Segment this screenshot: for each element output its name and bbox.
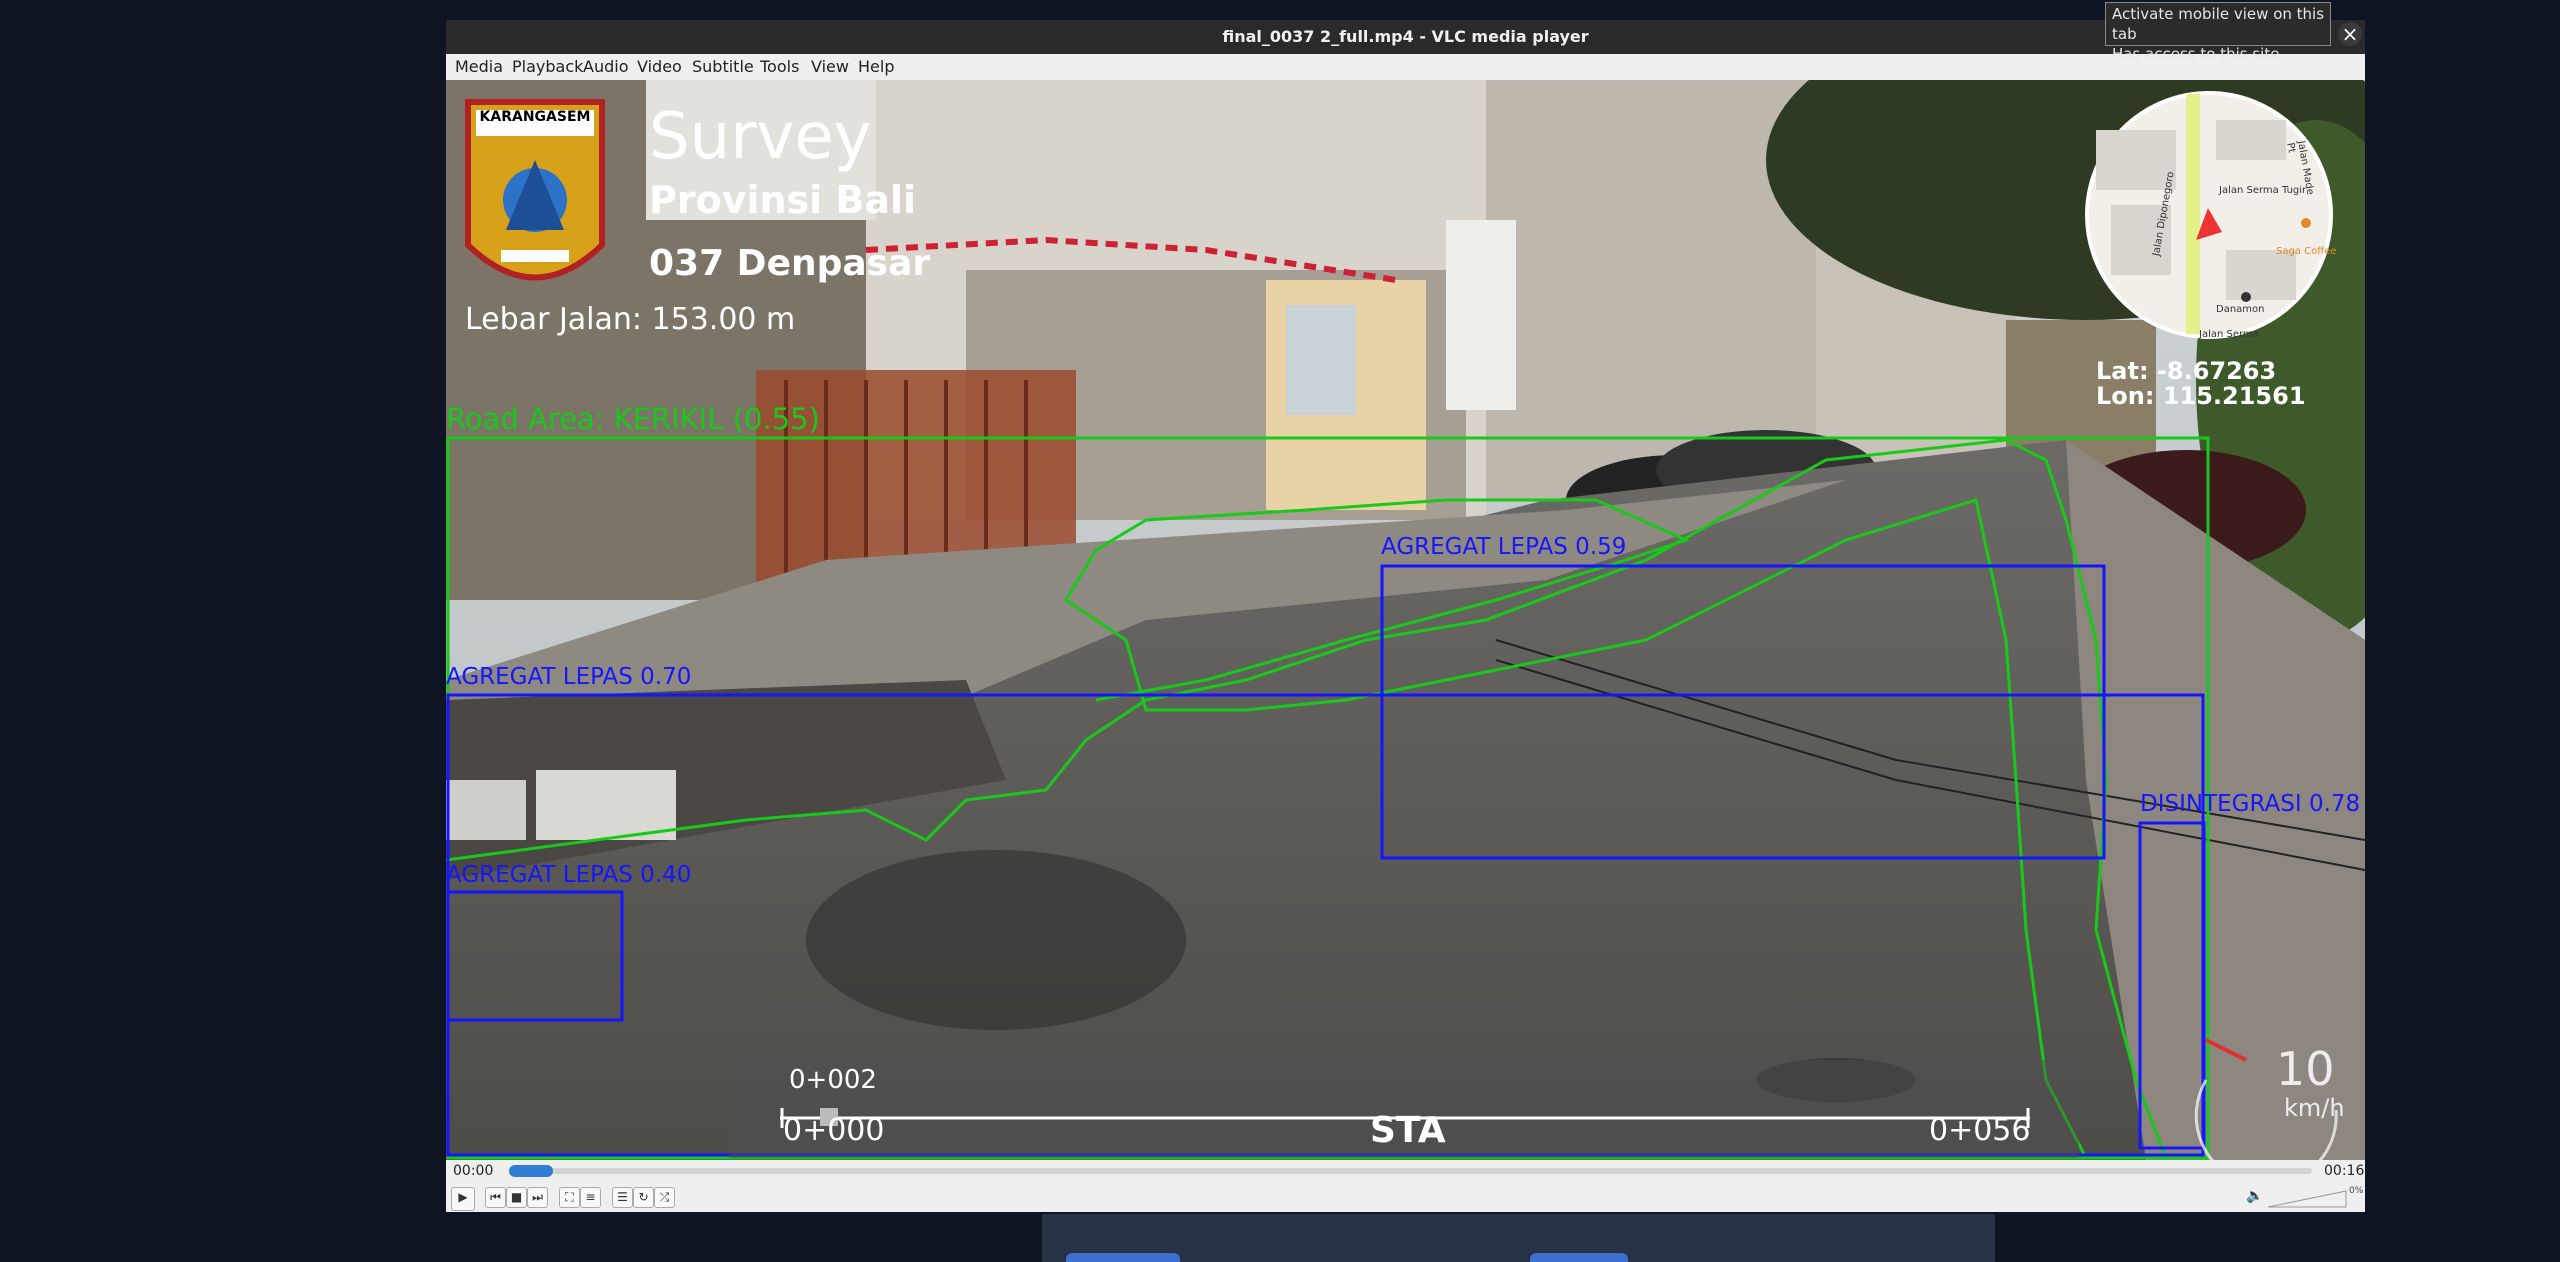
control-bar: ▶ ⏮ ■ ⏭ ⛶ ≡ ☰ ↻ ⤮ 🔈 0% (446, 1182, 2365, 1212)
video-frame[interactable]: KARANGASEM Survey Provinsi Bali 037 Denp… (446, 80, 2365, 1160)
overlay-longitude: Lon: 115.21561 (2096, 382, 2306, 410)
shuffle-icon: ⤮ (659, 1190, 670, 1204)
time-elapsed: 00:00 (453, 1163, 494, 1179)
menu-audio[interactable]: Audio (583, 54, 628, 80)
menu-media[interactable]: Media (455, 54, 503, 80)
loop-button[interactable]: ↻ (633, 1187, 654, 1208)
window-title: final_0037 2_full.mp4 - VLC media player (1222, 27, 1589, 46)
map-label: Danamon (2216, 304, 2265, 315)
seek-slider[interactable] (509, 1168, 2312, 1174)
stop-button[interactable]: ■ (506, 1187, 527, 1208)
overlay-segment: 037 Denpasar (649, 243, 931, 284)
stop-icon: ■ (510, 1190, 523, 1204)
speed-unit: km/h (2284, 1094, 2345, 1122)
fullscreen-button[interactable]: ⛶ (559, 1187, 580, 1208)
logo-karangasem: KARANGASEM (479, 109, 591, 125)
timeline-bar: 00:00 00:16 (446, 1160, 2365, 1182)
overlay-road-area: Road Area: KERIKIL (0.55) (446, 402, 820, 436)
tooltip-line: Has access to this site (2112, 45, 2280, 63)
title-bar[interactable]: final_0037 2_full.mp4 - VLC media player (446, 20, 2365, 54)
loop-icon: ↻ (638, 1190, 649, 1204)
previous-button[interactable]: ⏮ (485, 1187, 506, 1208)
volume-icon[interactable]: 🔈 (2246, 1188, 2263, 1204)
fullscreen-icon: ⛶ (565, 1190, 574, 1204)
shuffle-button[interactable]: ⤮ (654, 1187, 675, 1208)
play-button[interactable]: ▶ (451, 1187, 475, 1211)
sta-end: 0+056 (1929, 1113, 2031, 1148)
time-total: 00:16 (2324, 1163, 2365, 1179)
overlay-province: Provinsi Bali (649, 178, 917, 222)
menu-subtitle[interactable]: Subtitle (692, 54, 754, 80)
browser-tooltip: Activate mobile view on this tab Has acc… (2105, 2, 2331, 63)
volume-slider[interactable] (2268, 1190, 2348, 1208)
next-button[interactable]: ⏭ (527, 1187, 548, 1208)
detection-label: AGREGAT LEPAS 0.59 (1381, 534, 1627, 560)
playlist-icon: ☰ (617, 1190, 628, 1204)
menu-bar: Media Playback Audio Video Subtitle Tool… (446, 54, 2365, 80)
playlist-button[interactable]: ☰ (612, 1187, 633, 1208)
previous-icon: ⏮ (490, 1190, 501, 1204)
play-icon: ▶ (458, 1190, 468, 1204)
sta-start: 0+000 (783, 1113, 885, 1148)
map-label: Jalan Serma (2199, 329, 2259, 340)
overlay-road-width: Lebar Jalan: 153.00 m (465, 302, 796, 337)
next-icon: ⏭ (532, 1190, 543, 1204)
menu-playback[interactable]: Playback (512, 54, 583, 80)
menu-tools[interactable]: Tools (760, 54, 799, 80)
menu-view[interactable]: View (811, 54, 849, 80)
sta-label: STA (1370, 1110, 1446, 1151)
background-page-panel (1042, 1214, 1995, 1262)
extended-settings-button[interactable]: ≡ (580, 1187, 601, 1208)
overlay-title: Survey (649, 100, 872, 174)
sta-current: 0+002 (789, 1065, 877, 1095)
speed-value: 10 (2276, 1042, 2335, 1096)
overlay-latitude: Lat: -8.67263 (2096, 357, 2277, 385)
detection-label: DISINTEGRASI 0.78 (2140, 791, 2361, 817)
background-tab-indicator (1530, 1253, 1628, 1262)
vlc-window: final_0037 2_full.mp4 - VLC media player… (446, 20, 2365, 1212)
menu-help[interactable]: Help (858, 54, 894, 80)
detection-label: AGREGAT LEPAS 0.70 (446, 664, 692, 690)
volume-percent: 0% (2349, 1186, 2364, 1196)
street-scene-image (446, 80, 2365, 1160)
tooltip-line: Activate mobile view on this tab (2112, 5, 2325, 43)
detection-label: AGREGAT LEPAS 0.40 (446, 862, 692, 888)
background-tab-indicator (1066, 1253, 1180, 1262)
extended-settings-icon: ≡ (585, 1190, 596, 1204)
menu-video[interactable]: Video (637, 54, 682, 80)
close-icon[interactable]: × (2338, 22, 2362, 46)
map-label: Saga Coffee (2276, 246, 2337, 257)
seek-handle[interactable] (509, 1165, 553, 1177)
